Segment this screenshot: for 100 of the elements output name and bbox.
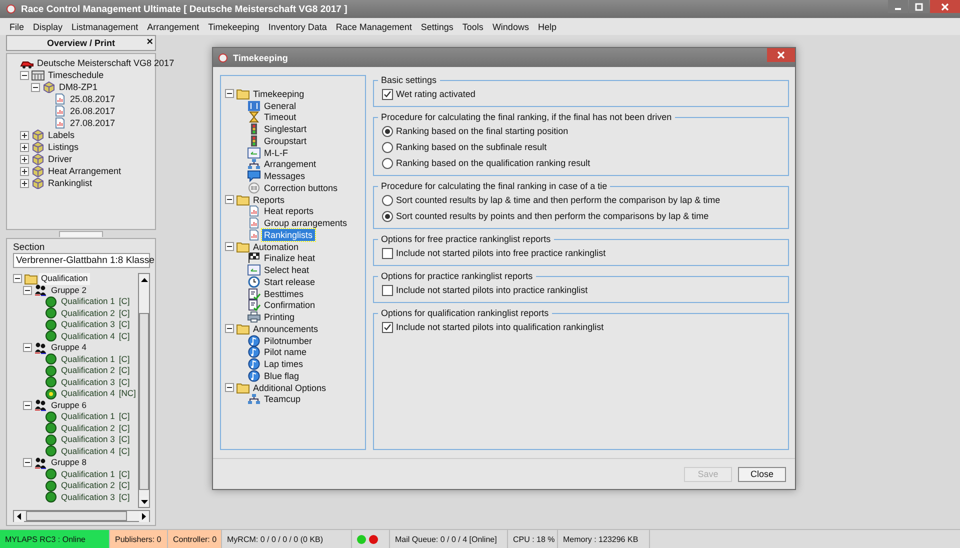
- tree-item[interactable]: Qualification 1 [C]: [59, 296, 132, 308]
- radio-button[interactable]: [382, 158, 393, 168]
- tree-item[interactable]: General: [262, 100, 298, 112]
- tree-item[interactable]: Heat Arrangement: [46, 165, 124, 177]
- minimize-button[interactable]: [888, 0, 908, 13]
- tree-item[interactable]: Listings: [46, 141, 81, 153]
- checkbox-label[interactable]: Include not started pilots into qualification rankinglist: [396, 322, 604, 332]
- radio-label[interactable]: Ranking based on the subfinale result: [396, 142, 547, 152]
- expander-icon[interactable]: [13, 274, 23, 284]
- checkbox[interactable]: [382, 88, 393, 100]
- tree-item[interactable]: Printing: [262, 311, 297, 324]
- checkbox[interactable]: [382, 322, 393, 332]
- tree-item[interactable]: Besttimes: [262, 288, 306, 300]
- scroll-right-icon[interactable]: [142, 513, 146, 520]
- scroll-down-icon[interactable]: [140, 500, 148, 504]
- checkbox-label[interactable]: Include not started pilots into free practice rankinglist: [396, 248, 606, 258]
- expander-icon[interactable]: [225, 89, 235, 98]
- tree-item[interactable]: Correction buttons: [262, 182, 340, 194]
- menu-item[interactable]: Windows: [488, 22, 534, 32]
- tree-item[interactable]: Qualification 2 [C]: [59, 365, 132, 376]
- tree-item[interactable]: Qualification 3 [C]: [59, 319, 132, 330]
- menu-item[interactable]: Listmanagement: [67, 22, 143, 32]
- tree-item[interactable]: 25.08.2017: [68, 93, 118, 105]
- splitter-handle[interactable]: [59, 231, 103, 237]
- tree-item[interactable]: Qualification 4 [NC]: [59, 388, 138, 400]
- radio-label[interactable]: Sort counted results by points and then perform the comparisons by lap & time: [396, 211, 709, 221]
- tree-item[interactable]: Deutsche Meisterschaft VG8 2017: [35, 57, 176, 69]
- tree-item[interactable]: Qualification 1 [C]: [59, 354, 132, 365]
- menu-item[interactable]: Timekeeping: [204, 22, 264, 32]
- close-button[interactable]: ×: [146, 36, 153, 49]
- tree-item[interactable]: Qualification 2 [C]: [59, 480, 132, 492]
- radio-label[interactable]: Sort counted results by lap & time and then perform the comparison by lap & time: [396, 195, 720, 205]
- menu-item[interactable]: Arrangement: [142, 22, 204, 32]
- radio-button[interactable]: [382, 142, 393, 152]
- tree-item[interactable]: Select heat: [262, 264, 312, 276]
- tree-item[interactable]: 27.08.2017: [68, 117, 118, 129]
- tree-item[interactable]: Gruppe 2: [49, 284, 88, 296]
- tree-item[interactable]: Qualification 3 [C]: [59, 492, 132, 503]
- menu-item[interactable]: Help: [533, 22, 561, 32]
- expander-icon[interactable]: [225, 242, 235, 252]
- tree-item[interactable]: Arrangement: [262, 158, 318, 170]
- checkbox-label[interactable]: Include not started pilots into practice rankinglist: [396, 285, 588, 295]
- tree-item[interactable]: DM8-ZP1: [57, 81, 100, 93]
- tree-item[interactable]: M-L-F: [262, 146, 290, 159]
- tree-item[interactable]: 26.08.2017: [68, 105, 118, 117]
- expander-icon[interactable]: [23, 286, 33, 295]
- tree-item[interactable]: Group arrangements: [262, 217, 350, 230]
- tree-item[interactable]: Singlestart: [262, 123, 309, 136]
- tree-item[interactable]: Teamcup: [262, 393, 303, 406]
- menu-item[interactable]: Tools: [458, 22, 488, 32]
- expander-icon[interactable]: [20, 142, 30, 152]
- tree-item[interactable]: Automation: [251, 240, 301, 253]
- menu-item[interactable]: File: [5, 22, 29, 32]
- expander-icon[interactable]: [225, 324, 235, 334]
- expander-icon[interactable]: [20, 70, 30, 80]
- tree-item[interactable]: Reports: [251, 194, 287, 206]
- radio-button[interactable]: [382, 126, 393, 136]
- tree-item[interactable]: Heat reports: [262, 205, 316, 218]
- tree-item[interactable]: Qualification 3 [C]: [59, 376, 132, 388]
- expander-icon[interactable]: [23, 400, 33, 410]
- radio-label[interactable]: Ranking based on the final starting position: [396, 126, 568, 136]
- expander-icon[interactable]: [31, 82, 41, 92]
- tree-item[interactable]: Timekeeping: [251, 88, 306, 100]
- expander-icon[interactable]: [225, 195, 235, 204]
- tree-item[interactable]: Blue flag: [262, 370, 302, 382]
- expander-icon[interactable]: [20, 154, 30, 164]
- tree-item[interactable]: Qualification 1 [C]: [59, 411, 132, 422]
- tree-item[interactable]: Gruppe 8: [49, 457, 88, 468]
- expander-icon[interactable]: [20, 178, 30, 188]
- tree-item[interactable]: Lap times: [262, 358, 306, 370]
- tree-item[interactable]: Pilot name: [262, 346, 309, 358]
- checkbox[interactable]: [382, 248, 393, 258]
- tree-item[interactable]: Pilotnumber: [262, 334, 314, 347]
- tree-item[interactable]: Start release: [262, 276, 318, 288]
- radio-button[interactable]: [382, 194, 393, 206]
- tree-item[interactable]: Gruppe 4: [49, 342, 88, 354]
- radio-button[interactable]: [382, 210, 393, 222]
- radio-label[interactable]: Ranking based on the qualification ranking result: [396, 158, 590, 168]
- tree-item[interactable]: Qualification 2 [C]: [59, 308, 132, 319]
- scroll-up-icon[interactable]: [140, 278, 148, 282]
- dialog-button[interactable]: Close: [738, 466, 786, 482]
- tree-item[interactable]: Labels: [46, 129, 77, 141]
- expander-icon[interactable]: [23, 458, 33, 468]
- expander-icon[interactable]: [225, 383, 235, 392]
- tree-item[interactable]: Timeschedule: [46, 69, 106, 81]
- expander-icon[interactable]: [23, 343, 33, 352]
- expander-icon[interactable]: [20, 130, 30, 140]
- tree-item[interactable]: Gruppe 6: [49, 400, 88, 411]
- vertical-scrollbar[interactable]: [138, 273, 150, 508]
- scroll-left-icon[interactable]: [17, 513, 21, 520]
- close-button[interactable]: [767, 48, 795, 62]
- tree-item[interactable]: Finalize heat: [262, 252, 318, 264]
- menu-item[interactable]: Race Management: [331, 22, 416, 32]
- close-button[interactable]: [930, 0, 960, 13]
- tree-item[interactable]: Qualification 4 [C]: [59, 330, 132, 342]
- tree-item[interactable]: Additional Options: [251, 382, 328, 394]
- tree-item[interactable]: Rankinglist: [46, 177, 94, 189]
- tree-item[interactable]: Qualification 1 [C]: [59, 468, 132, 480]
- menu-item[interactable]: Settings: [416, 22, 458, 32]
- maximize-button[interactable]: [909, 0, 929, 13]
